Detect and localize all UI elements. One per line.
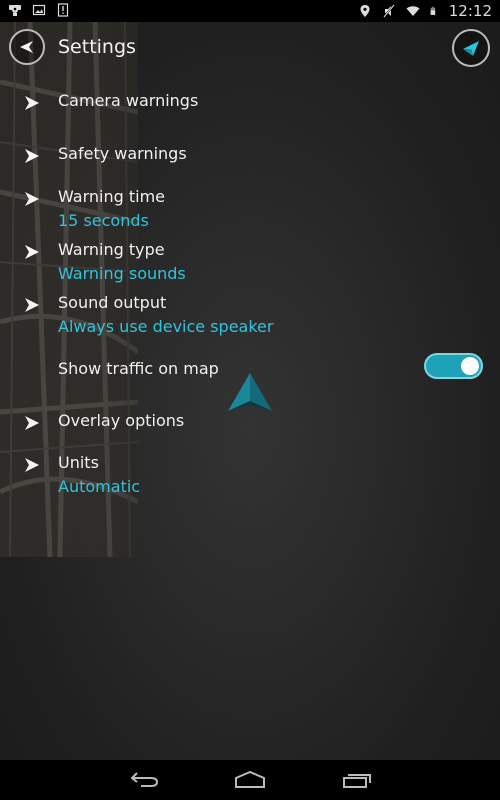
back-button[interactable] xyxy=(9,29,45,65)
system-back-button[interactable] xyxy=(124,768,164,792)
chevron-right-icon xyxy=(25,96,39,110)
alert-icon xyxy=(57,3,69,17)
setting-value: Warning sounds xyxy=(58,264,186,283)
clock: 12:12 xyxy=(448,2,492,20)
setting-label: Camera warnings xyxy=(58,91,199,110)
setting-label: Units xyxy=(58,453,99,472)
settings-screen: Settings Camera warnings Safety warnings… xyxy=(0,22,500,760)
chevron-right-icon xyxy=(25,149,39,163)
system-nav-bar xyxy=(0,760,500,800)
system-home-button[interactable] xyxy=(230,768,270,792)
setting-label: Warning type xyxy=(58,240,165,259)
location-icon xyxy=(360,5,370,17)
setting-label: Overlay options xyxy=(58,411,185,430)
chevron-right-icon xyxy=(25,245,39,259)
toggle-knob xyxy=(461,357,479,375)
mute-icon xyxy=(382,4,395,18)
recent-apps-icon xyxy=(343,774,371,788)
show-traffic-toggle[interactable] xyxy=(424,353,483,379)
notification-app-icon xyxy=(9,5,21,16)
setting-value: Always use device speaker xyxy=(58,317,274,336)
setting-value: Automatic xyxy=(58,477,141,496)
status-bar: 12:12 xyxy=(0,0,500,22)
navigation-arrow-icon xyxy=(463,41,479,56)
battery-icon xyxy=(430,6,435,15)
position-marker-icon xyxy=(228,373,272,411)
chevron-right-icon xyxy=(25,192,39,206)
home-icon xyxy=(235,771,265,788)
chevron-right-icon xyxy=(25,458,39,472)
setting-label: Show traffic on map xyxy=(58,359,219,378)
page-title: Settings xyxy=(58,36,136,58)
setting-value: 15 seconds xyxy=(58,211,149,230)
current-location-button[interactable] xyxy=(452,29,490,67)
chevron-right-icon xyxy=(25,416,39,430)
setting-label: Warning time xyxy=(58,187,166,206)
wifi-icon xyxy=(406,6,420,16)
system-recent-apps-button[interactable] xyxy=(337,768,377,792)
back-arrow-icon xyxy=(20,41,33,53)
back-icon xyxy=(130,772,159,787)
setting-label: Sound output xyxy=(58,293,167,312)
image-icon xyxy=(32,4,46,16)
setting-label: Safety warnings xyxy=(58,144,187,163)
chevron-right-icon xyxy=(25,298,39,312)
